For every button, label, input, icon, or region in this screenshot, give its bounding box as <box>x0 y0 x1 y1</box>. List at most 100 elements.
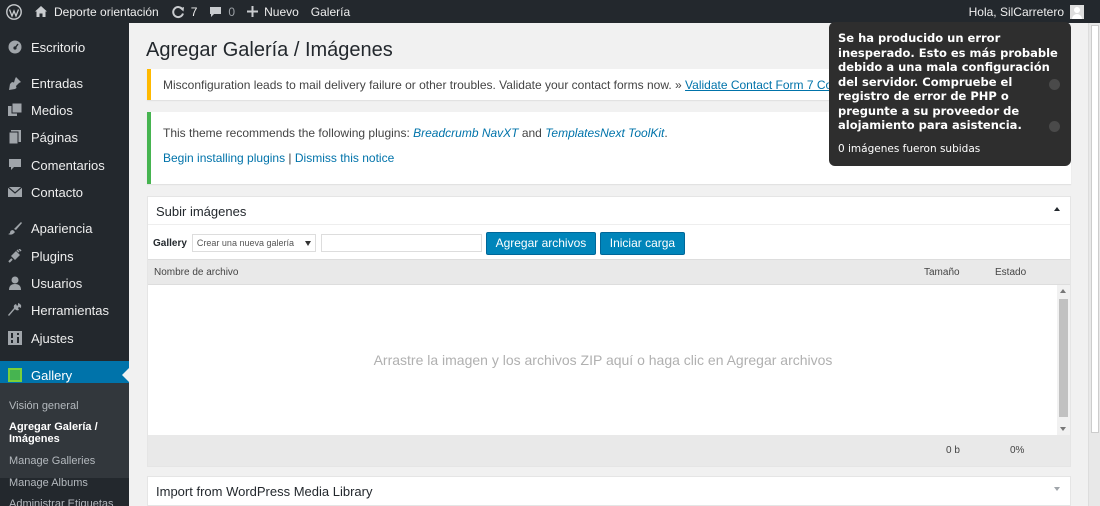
mail-icon <box>8 185 22 199</box>
updates-link[interactable]: 7 <box>165 0 204 23</box>
my-account[interactable]: Hola, SilCarretero <box>969 0 1100 23</box>
total-percent: 0% <box>1010 445 1025 456</box>
refresh-icon <box>171 5 185 19</box>
comments-count: 0 <box>228 4 236 19</box>
page-title: Agregar Galería / Imágenes <box>146 39 393 61</box>
comment-bubble-icon <box>209 6 222 18</box>
sidebar-item-label: Ajustes <box>31 330 74 346</box>
actions-separator: | <box>285 151 295 165</box>
new-label: Nuevo <box>264 4 299 19</box>
dropdown-arrow-icon <box>304 241 311 246</box>
gallery-submenu: Visión general Agregar Galería / Imágene… <box>0 383 129 506</box>
dismiss-circle-icon[interactable] <box>1049 79 1060 90</box>
sidebar-item-plugins[interactable]: Plugins <box>0 242 129 270</box>
comment-icon <box>8 158 22 172</box>
gallery-select[interactable]: Crear una nueva galería <box>191 234 316 252</box>
file-list-header: Nombre de archivo Tamaño Estado <box>148 259 1070 285</box>
warning-text: Misconfiguration leads to mail delivery … <box>163 78 686 92</box>
gallery-label: Galería <box>310 4 351 19</box>
column-status: Estado <box>995 267 1027 278</box>
sidebar-item-appearance[interactable]: Apariencia <box>0 214 129 242</box>
upload-box-header[interactable]: Subir imágenes <box>148 197 1070 225</box>
dismiss-notice-link[interactable]: Dismiss this notice <box>295 151 394 165</box>
import-box-title: Import from WordPress Media Library <box>156 484 373 499</box>
sidebar-item-posts[interactable]: Entradas <box>0 69 129 97</box>
sidebar-item-label: Herramientas <box>31 302 110 318</box>
media-icon <box>8 103 22 117</box>
scrollbar-thumb[interactable] <box>1059 299 1068 417</box>
plugins-suffix: . <box>664 126 668 140</box>
page-scrollbar[interactable] <box>1088 23 1100 506</box>
plugin-icon <box>8 249 22 263</box>
sidebar-item-label: Contacto <box>31 184 84 200</box>
column-filename: Nombre de archivo <box>154 267 239 278</box>
plugins-and: and <box>518 126 546 140</box>
sidebar-item-pages[interactable]: Páginas <box>0 123 129 151</box>
sidebar-item-label: Usuarios <box>31 275 83 291</box>
scroll-up-arrow-icon[interactable] <box>1060 289 1066 293</box>
sidebar-item-label: Medios <box>31 102 73 118</box>
sidebar-item-contact[interactable]: Contacto <box>0 178 129 206</box>
upload-error-tooltip: Se ha producido un error inesperado. Est… <box>829 22 1071 166</box>
start-upload-button[interactable]: Iniciar carga <box>599 231 685 255</box>
sidebar-item-settings[interactable]: Ajustes <box>0 324 129 352</box>
submenu-item-add-gallery[interactable]: Agregar Galería / Imágenes <box>9 421 124 445</box>
pages-icon <box>8 130 22 144</box>
new-content-link[interactable]: Nuevo <box>241 0 305 23</box>
scroll-down-arrow-icon[interactable] <box>1060 427 1066 431</box>
dismiss-circle-icon[interactable] <box>1049 121 1060 132</box>
plus-icon <box>247 6 259 17</box>
collapse-arrow-icon[interactable] <box>1054 207 1060 211</box>
sidebar-item-label: Gallery <box>31 367 73 383</box>
user-icon <box>8 276 22 290</box>
comments-link[interactable]: 0 <box>203 0 241 23</box>
begin-installing-link[interactable]: Begin installing plugins <box>163 151 285 165</box>
sidebar-item-label: Entradas <box>31 75 84 91</box>
gallery-icon <box>8 368 22 382</box>
submenu-item-overview[interactable]: Visión general <box>9 400 124 412</box>
upload-controls: Gallery Crear una nueva galería Agregar … <box>153 231 1063 255</box>
submenu-item-manage-albums[interactable]: Manage Albums <box>9 477 124 489</box>
plugins-prefix: This theme recommends the following plug… <box>163 126 414 140</box>
sidebar-item-users[interactable]: Usuarios <box>0 269 129 297</box>
site-name: Deporte orientación <box>54 4 159 19</box>
admin-sidebar: Escritorio Entradas Medios Páginas Comen… <box>0 23 129 506</box>
sidebar-item-label: Páginas <box>31 129 78 145</box>
page-scrollbar-thumb[interactable] <box>1091 25 1099 433</box>
settings-icon <box>8 331 22 345</box>
dashboard-icon <box>8 40 22 54</box>
file-dropzone[interactable]: Arrastre la imagen y los archivos ZIP aq… <box>148 285 1070 435</box>
sidebar-item-dashboard[interactable]: Escritorio <box>0 33 129 61</box>
admin-bar: Deporte orientación 7 0 Nuevo Galería Ho… <box>0 0 1100 23</box>
sidebar-item-tools[interactable]: Herramientas <box>0 296 129 324</box>
sidebar-item-label: Plugins <box>31 248 74 264</box>
greeting: Hola, SilCarretero <box>968 4 1064 19</box>
expand-arrow-icon[interactable] <box>1054 487 1060 491</box>
submenu-item-manage-galleries[interactable]: Manage Galleries <box>9 455 124 467</box>
dropzone-scrollbar[interactable] <box>1057 285 1070 435</box>
gallery-select-value: Crear una nueva galería <box>196 238 294 248</box>
sidebar-item-label: Apariencia <box>31 220 93 236</box>
sidebar-item-label: Comentarios <box>31 157 105 173</box>
submenu-item-manage-tags[interactable]: Administrar Etiquetas <box>9 498 124 506</box>
error-message: Se ha producido un error inesperado. Est… <box>838 31 1058 132</box>
upload-box-title: Subir imágenes <box>156 204 247 219</box>
sidebar-item-media[interactable]: Medios <box>0 96 129 124</box>
updates-count: 7 <box>190 4 198 19</box>
import-box-header[interactable]: Import from WordPress Media Library <box>148 477 1070 505</box>
drop-hint: Arrastre la imagen y los archivos ZIP aq… <box>373 352 833 368</box>
home-icon <box>34 5 48 18</box>
gallery-select-label: Gallery <box>153 237 187 249</box>
plugin-link-toolkit[interactable]: TemplatesNext ToolKit <box>545 126 664 140</box>
sidebar-item-comments[interactable]: Comentarios <box>0 151 129 179</box>
upload-images-box: Subir imágenes Gallery Crear una nueva g… <box>147 196 1071 467</box>
gallery-adminbar-link[interactable]: Galería <box>305 0 356 23</box>
plugin-link-breadcrumb[interactable]: Breadcrumb NavXT <box>413 126 518 140</box>
uploaded-count: 0 imágenes fueron subidas <box>838 142 981 155</box>
import-media-library-box: Import from WordPress Media Library <box>147 476 1071 506</box>
gallery-name-input[interactable] <box>320 234 482 252</box>
column-size: Tamaño <box>924 267 960 278</box>
add-files-button[interactable]: Agregar archivos <box>485 231 596 255</box>
site-name-link[interactable]: Deporte orientación <box>28 0 165 23</box>
wordpress-logo-icon[interactable] <box>0 0 28 23</box>
